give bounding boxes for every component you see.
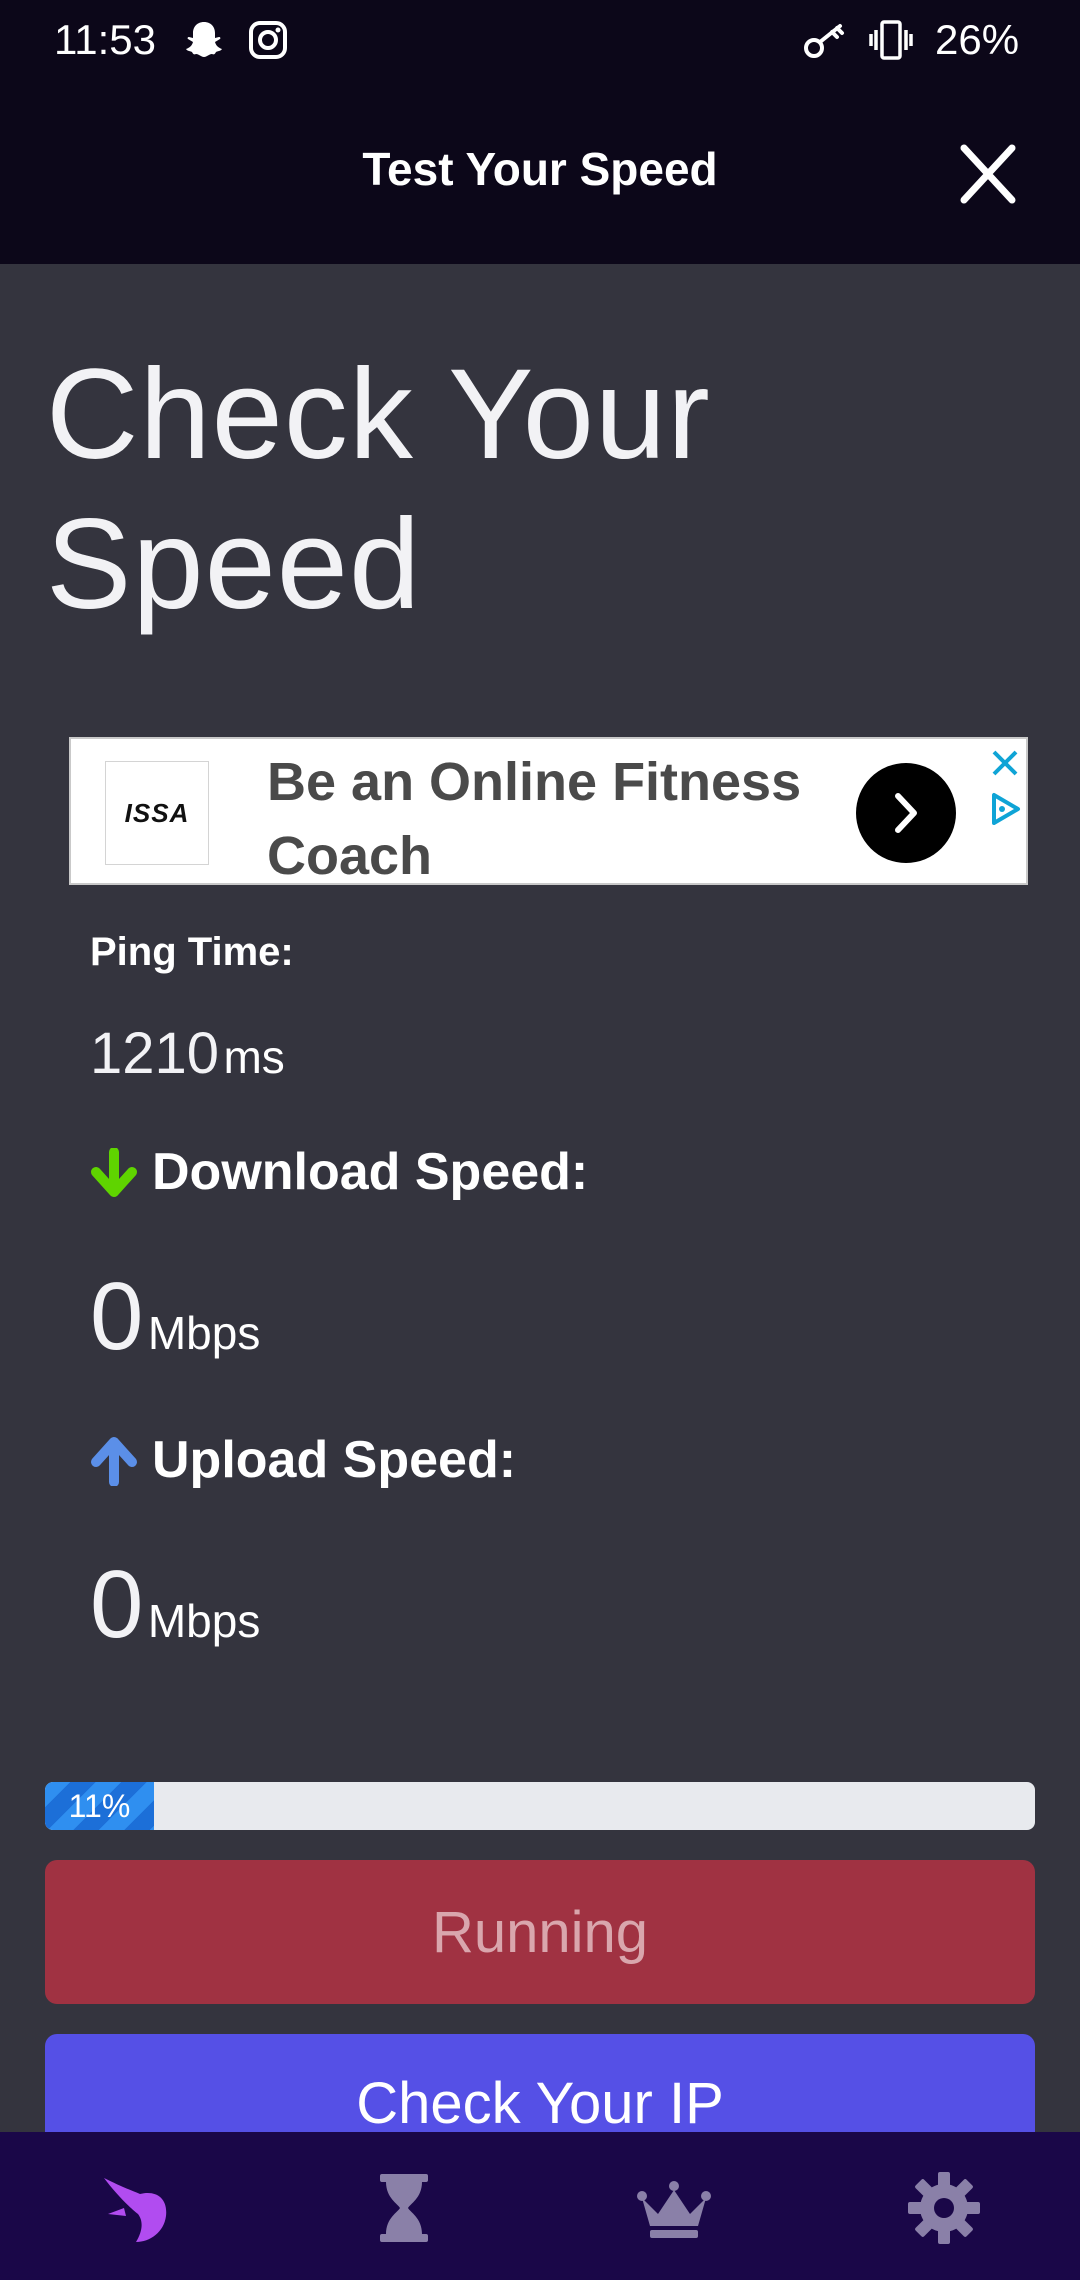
upload-value: 0 [90, 1551, 144, 1658]
upload-unit: Mbps [147, 1595, 261, 1647]
arrow-up-icon [91, 1437, 137, 1486]
ad-close-icon[interactable] [989, 747, 1021, 779]
download-value: 0 [90, 1263, 144, 1370]
chevron-right-icon [895, 793, 917, 833]
vpn-key-icon [802, 20, 848, 60]
top-app-bar: Test Your Speed [0, 80, 1080, 264]
ad-banner[interactable]: ISSA Be an Online Fitness Coach [69, 737, 1028, 886]
close-button[interactable] [952, 144, 1024, 204]
ping-label: Ping Time: [90, 930, 294, 974]
nav-settings[interactable] [904, 2168, 984, 2248]
snapchat-icon [182, 18, 226, 62]
download-label: Download Speed: [152, 1143, 589, 1201]
battery-percent: 26% [935, 16, 1020, 63]
ping-unit: ms [223, 1031, 285, 1083]
progress-fill: 11% [45, 1782, 154, 1830]
ping-readout: 1210 ms [90, 1020, 285, 1087]
ad-open-button[interactable] [856, 763, 956, 863]
instagram-icon [246, 18, 290, 62]
hero-title: Check Your Speed [46, 343, 711, 636]
status-bar: 11:53 26% [0, 0, 1080, 80]
settings-icon [908, 2172, 980, 2244]
download-unit: Mbps [147, 1307, 261, 1359]
download-readout: 0 Mbps [90, 1262, 260, 1372]
vibrate-icon [868, 18, 914, 62]
bottom-navigation [0, 2132, 1080, 2280]
premium-crown-icon [637, 2181, 711, 2238]
speed-test-icon [104, 2178, 167, 2242]
adchoices-icon[interactable] [986, 791, 1022, 827]
history-icon [380, 2174, 428, 2242]
ping-value: 1210 [90, 1021, 220, 1086]
upload-readout: 0 Mbps [90, 1550, 260, 1660]
arrow-down-icon [91, 1148, 137, 1197]
nav-history[interactable] [364, 2168, 444, 2248]
running-button[interactable]: Running [45, 1860, 1035, 2004]
nav-premium[interactable] [634, 2168, 714, 2248]
nav-speed-test[interactable] [96, 2168, 176, 2248]
close-icon [960, 144, 1016, 204]
ad-logo: ISSA [105, 761, 209, 865]
upload-label: Upload Speed: [152, 1431, 517, 1489]
ad-headline[interactable]: Be an Online Fitness Coach [267, 745, 827, 893]
page-title: Test Your Speed [362, 143, 718, 195]
test-progress-bar: 11% [45, 1782, 1035, 1830]
status-time: 11:53 [54, 16, 156, 63]
